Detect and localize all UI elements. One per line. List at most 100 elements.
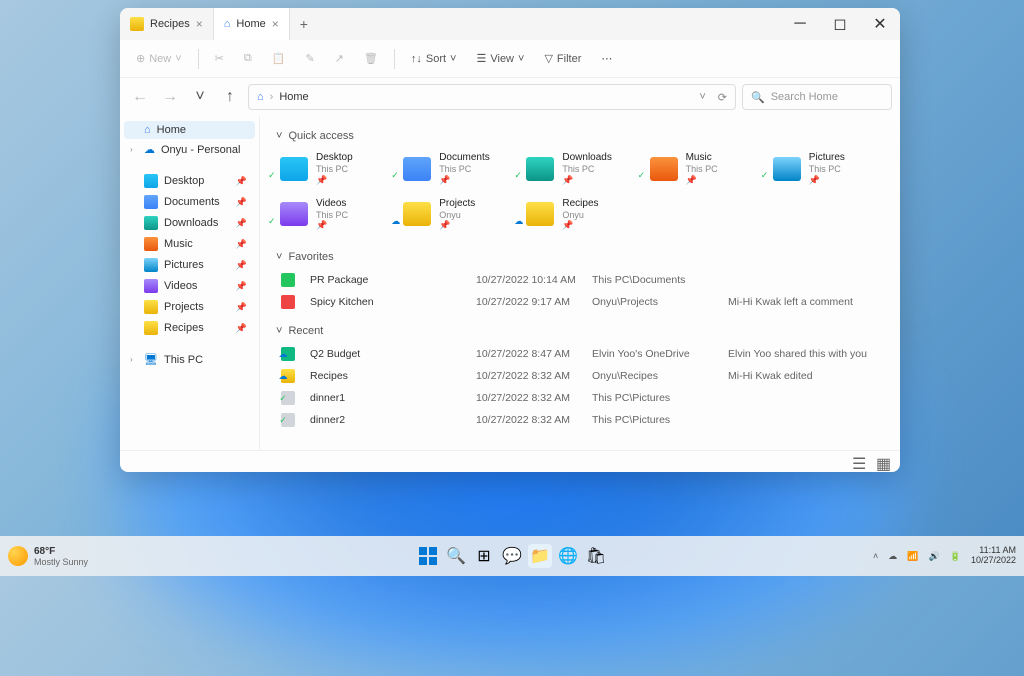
cloud-icon: ☁ — [144, 143, 155, 156]
tray-chevron-icon[interactable]: ˄ — [873, 551, 878, 561]
maximize-button[interactable]: ◻ — [820, 8, 860, 40]
navigation-pane: ⌂ Home › ☁ Onyu - Personal Desktop📌 Docu… — [120, 116, 260, 450]
file-row[interactable]: ☁Q2 Budget10/27/2022 8:47 AMElvin Yoo's … — [276, 343, 884, 365]
copy-button[interactable]: ⧉ — [236, 48, 260, 69]
forward-button[interactable]: → — [158, 85, 182, 109]
new-button[interactable]: ⊕ New ˅ — [128, 48, 190, 69]
sidebar-item-projects[interactable]: Projects 📌 — [124, 297, 255, 317]
breadcrumb[interactable]: Home — [279, 91, 308, 103]
battery-icon[interactable]: 🔋 — [950, 551, 961, 562]
file-row[interactable]: Spicy Kitchen10/27/2022 9:17 AMOnyu\Proj… — [276, 291, 884, 313]
tab-recipes[interactable]: Recipes × — [120, 8, 214, 40]
recent-locations-button[interactable]: ˅ — [188, 85, 212, 109]
cut-button[interactable]: ✂ — [207, 48, 232, 69]
address-bar[interactable]: ⌂ › Home ˅ ⟳ — [248, 84, 736, 110]
sidebar-item-label: Pictures — [164, 259, 204, 271]
file-date: 10/27/2022 8:32 AM — [476, 392, 586, 404]
onedrive-tray-icon[interactable]: ☁ — [888, 551, 897, 562]
wifi-icon[interactable]: 📶 — [907, 551, 918, 562]
sort-button[interactable]: ↑↓ Sort ˅ — [403, 49, 465, 69]
close-icon[interactable]: × — [196, 17, 203, 31]
file-row[interactable]: ☁Recipes10/27/2022 8:32 AMOnyu\RecipesMi… — [276, 365, 884, 387]
section-favorites[interactable]: ˅ Favorites — [276, 245, 884, 269]
sidebar-item-music[interactable]: Music📌 — [124, 234, 255, 254]
sidebar-item-home[interactable]: ⌂ Home — [124, 121, 255, 139]
file-row[interactable]: PR Package10/27/2022 10:14 AMThis PC\Doc… — [276, 269, 884, 291]
item-name: Projects — [439, 198, 475, 210]
quick-access-item[interactable]: ☁ProjectsOnyu📌 — [399, 194, 514, 236]
file-explorer-button[interactable]: 📁 — [528, 544, 552, 568]
filter-button[interactable]: ▽ Filter — [536, 48, 589, 69]
chevron-right-icon[interactable]: › — [130, 145, 133, 154]
weather-widget[interactable]: 68°F Mostly Sunny — [8, 546, 88, 567]
delete-button[interactable]: 🗑 — [356, 48, 386, 69]
home-icon: ⌂ — [144, 124, 151, 136]
item-location: This PC — [809, 164, 845, 175]
quick-access-item[interactable]: ✓MusicThis PC📌 — [646, 148, 761, 190]
chat-button[interactable]: 💬 — [500, 544, 524, 568]
back-button[interactable]: ← — [128, 85, 152, 109]
chevron-down-icon: ˅ — [276, 130, 282, 142]
chevron-right-icon[interactable]: › — [130, 355, 133, 364]
file-activity: Mi-Hi Kwak edited — [728, 370, 880, 382]
file-name: Recipes — [310, 370, 470, 382]
quick-access-item[interactable]: ✓DesktopThis PC📌 — [276, 148, 391, 190]
share-button[interactable]: ↗ — [327, 48, 352, 69]
file-date: 10/27/2022 10:14 AM — [476, 274, 586, 286]
file-icon — [280, 272, 296, 288]
file-location: Onyu\Projects — [592, 296, 722, 308]
sidebar-item-onedrive[interactable]: › ☁ Onyu - Personal — [124, 140, 255, 159]
pin-icon: 📌 — [236, 302, 247, 313]
pc-icon: 🖥 — [144, 353, 158, 366]
file-date: 10/27/2022 8:47 AM — [476, 348, 586, 360]
view-button[interactable]: ☰ View ˅ — [468, 48, 532, 69]
more-button[interactable]: ⋯ — [593, 48, 620, 69]
sidebar-item-label: Projects — [164, 301, 204, 313]
task-view-button[interactable]: ⊞ — [472, 544, 496, 568]
sidebar-item-downloads[interactable]: Downloads📌 — [124, 213, 255, 233]
paste-button[interactable]: 📋 — [264, 48, 294, 69]
edge-button[interactable]: 🌐 — [556, 544, 580, 568]
item-name: Music — [686, 152, 718, 164]
sidebar-item-label: Desktop — [164, 175, 204, 187]
item-location: This PC — [439, 164, 490, 175]
file-row[interactable]: ✓dinner110/27/2022 8:32 AMThis PC\Pictur… — [276, 387, 884, 409]
pin-icon: 📌 — [686, 175, 718, 186]
details-view-button[interactable]: ☰ — [852, 454, 868, 470]
taskbar[interactable]: 68°F Mostly Sunny 🔍 ⊞ 💬 📁 🌐 🛍 ˄ ☁ 📶 🔊 🔋 … — [0, 536, 1024, 576]
close-icon[interactable]: × — [272, 17, 279, 31]
store-button[interactable]: 🛍 — [584, 544, 608, 568]
clock[interactable]: 11:11 AM 10/27/2022 — [971, 546, 1016, 566]
up-button[interactable]: ↑ — [218, 85, 242, 109]
tab-home[interactable]: ⌂ Home × — [214, 8, 290, 40]
refresh-button[interactable]: ⟳ — [718, 91, 727, 104]
file-row[interactable]: ✓dinner210/27/2022 8:32 AMThis PC\Pictur… — [276, 409, 884, 431]
volume-icon[interactable]: 🔊 — [929, 551, 940, 562]
sidebar-item-label: Home — [157, 124, 186, 136]
sidebar-item-desktop[interactable]: Desktop📌 — [124, 171, 255, 191]
pin-icon: 📌 — [236, 197, 247, 208]
quick-access-item[interactable]: ☁RecipesOnyu📌 — [522, 194, 637, 236]
rename-button[interactable]: ✎ — [297, 48, 322, 69]
new-tab-button[interactable]: + — [290, 16, 318, 32]
start-button[interactable] — [416, 544, 440, 568]
quick-access-item[interactable]: ✓VideosThis PC📌 — [276, 194, 391, 236]
minimize-button[interactable]: ─ — [780, 8, 820, 40]
search-button[interactable]: 🔍 — [444, 544, 468, 568]
search-input[interactable]: 🔍 Search Home — [742, 84, 892, 110]
quick-access-item[interactable]: ✓DocumentsThis PC📌 — [399, 148, 514, 190]
folder-icon — [144, 216, 158, 230]
sidebar-item-videos[interactable]: Videos📌 — [124, 276, 255, 296]
quick-access-item[interactable]: ✓PicturesThis PC📌 — [769, 148, 884, 190]
pin-icon: 📌 — [236, 323, 247, 334]
sidebar-item-pictures[interactable]: Pictures📌 — [124, 255, 255, 275]
section-recent[interactable]: ˅ Recent — [276, 319, 884, 343]
sidebar-item-documents[interactable]: Documents📌 — [124, 192, 255, 212]
icons-view-button[interactable]: ▦ — [876, 454, 892, 470]
sidebar-item-thispc[interactable]: › 🖥 This PC — [124, 350, 255, 369]
quick-access-item[interactable]: ✓DownloadsThis PC📌 — [522, 148, 637, 190]
dropdown-icon[interactable]: ˅ — [699, 91, 705, 103]
section-quick-access[interactable]: ˅ Quick access — [276, 124, 884, 148]
sidebar-item-recipes[interactable]: Recipes📌 — [124, 318, 255, 338]
close-button[interactable]: ✕ — [860, 8, 900, 40]
